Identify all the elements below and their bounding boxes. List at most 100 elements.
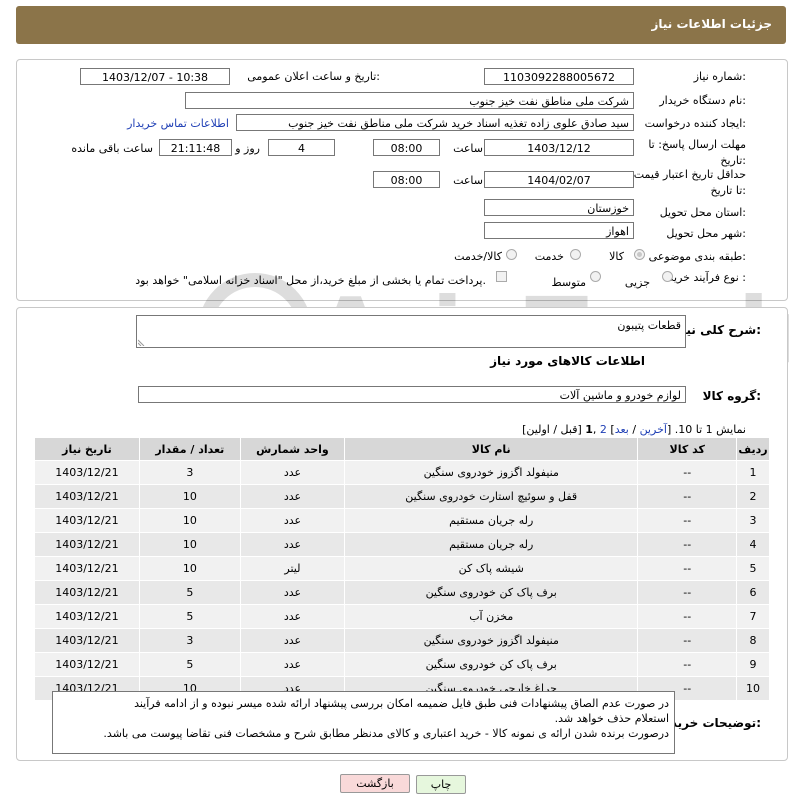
cell-unit: عدد: [239, 604, 346, 629]
cell-unit: لیتر: [239, 556, 346, 581]
price-validity-time-field: 08:00: [373, 171, 440, 188]
city-field: اهواز: [484, 222, 634, 239]
col-header-qty: تعداد / مقدار: [138, 437, 241, 461]
paging-prefix: نمایش 1 تا 10. [: [666, 423, 746, 436]
cell-item-code: --: [637, 556, 738, 581]
cell-unit: عدد: [239, 484, 346, 509]
deadline-reply-label: مهلت ارسال پاسخ: تا تاریخ:: [648, 138, 746, 167]
buyer-notes-line-1: در صورت عدم الصاق پیشنهادات فنی طبق فایل…: [134, 697, 669, 710]
cell-quantity: 5: [138, 604, 241, 629]
cell-item-name: قفل و سوئیچ استارت خودروی سنگین: [344, 484, 639, 509]
cell-quantity: 10: [138, 484, 241, 509]
summary-label: شرح کلی نیاز:: [675, 323, 761, 337]
cell-unit: عدد: [239, 628, 346, 653]
table-row: 3 -- رله جریان مستقیم عدد 10 1403/12/21: [34, 508, 770, 533]
buyer-contact-link[interactable]: اطلاعات تماس خریدار: [127, 117, 229, 130]
cell-item-name: برف پاک کن خودروی سنگین: [344, 652, 639, 677]
buyer-notes-line-3: درصورت برنده شدن ارائه ی نمونه کالا - خر…: [103, 727, 669, 740]
cell-row-number: 3: [736, 508, 770, 533]
cell-unit: عدد: [239, 508, 346, 533]
col-header-code: کد کالا: [637, 437, 738, 461]
price-validity-date-field: 1404/02/07: [484, 171, 634, 188]
paging-separator: /: [628, 423, 640, 436]
cell-row-number: 10: [736, 676, 770, 701]
cell-row-number: 5: [736, 556, 770, 581]
cell-item-code: --: [637, 580, 738, 605]
deadline-date-field: 1403/12/12: [484, 139, 634, 156]
table-row: 6 -- برف پاک کن خودروی سنگین عدد 5 1403/12/21: [34, 580, 770, 605]
cell-row-number: 8: [736, 628, 770, 653]
cell-item-name: مخزن آب: [344, 604, 639, 629]
cell-unit: عدد: [239, 460, 346, 485]
paging-current-page: 1: [585, 423, 593, 436]
buyer-notes-box: در صورت عدم الصاق پیشنهادات فنی طبق فایل…: [52, 691, 675, 754]
summary-textarea: قطعات پتیبون: [136, 315, 686, 348]
cell-row-number: 7: [736, 604, 770, 629]
print-button[interactable]: چاپ: [416, 775, 466, 794]
buyer-org-field: شرکت ملی مناطق نفت خیز جنوب: [185, 92, 634, 109]
table-row: 2 -- قفل و سوئیچ استارت خودروی سنگین عدد 10 1…: [34, 484, 770, 509]
cell-quantity: 5: [138, 580, 241, 605]
col-header-name: نام کالا: [344, 437, 639, 461]
table-row: 4 -- رله جریان مستقیم عدد 10 1403/12/21: [34, 532, 770, 557]
remaining-time-field: 21:11:48: [159, 139, 232, 156]
cell-need-date: 1403/12/21: [34, 652, 140, 677]
table-row: 8 -- منیفولد اگزوز خودروی سنگین عدد 3 1403/12…: [34, 628, 770, 653]
cell-row-number: 2: [736, 484, 770, 509]
province-field: خوزستان: [484, 199, 634, 216]
paging-page-2-link[interactable]: 2: [600, 423, 607, 436]
cell-item-code: --: [637, 460, 738, 485]
cell-need-date: 1403/12/21: [34, 532, 140, 557]
page-title: جزئیات اطلاعات نیاز: [651, 17, 772, 31]
resize-grip-icon: [138, 339, 145, 346]
cell-row-number: 1: [736, 460, 770, 485]
cell-item-name: رله جریان مستقیم: [344, 532, 639, 557]
cell-item-name: منیفولد اگزوز خودروی سنگین: [344, 628, 639, 653]
cell-quantity: 10: [138, 508, 241, 533]
col-header-date: تاریخ نیاز: [34, 437, 140, 461]
table-row: 5 -- شیشه پاک کن لیتر 10 1403/12/21: [34, 556, 770, 581]
paging-next-link[interactable]: بعد: [615, 423, 629, 436]
pagination: نمایش 1 تا 10. [آخرین / بعد] 2 ,1 [قبل /…: [522, 423, 746, 436]
need-number-label: شماره نیاز:: [693, 70, 746, 83]
price-validity-label: حداقل تاریخ اعتبار قیمت: تا تاریخ:: [630, 168, 746, 197]
cell-need-date: 1403/12/21: [34, 580, 140, 605]
days-label: روز و: [235, 142, 260, 155]
cell-quantity: 3: [138, 460, 241, 485]
cell-item-name: شیشه پاک کن: [344, 556, 639, 581]
cell-need-date: 1403/12/21: [34, 484, 140, 509]
cell-quantity: 10: [138, 556, 241, 581]
paging-last-link[interactable]: آخرین: [640, 423, 667, 436]
province-label: استان محل تحویل:: [659, 206, 746, 219]
deadline-time-label: ساعت: [453, 142, 483, 155]
cell-item-code: --: [637, 484, 738, 509]
requester-field: سید صادق علوی زاده تغذیه اسناد خرید شرکت…: [236, 114, 634, 131]
remaining-days-field: 4: [268, 139, 335, 156]
cell-quantity: 10: [138, 532, 241, 557]
cell-item-code: --: [637, 508, 738, 533]
cell-quantity: 3: [138, 628, 241, 653]
cell-item-code: --: [637, 652, 738, 677]
goods-group-field: لوازم خودرو و ماشین آلات: [138, 386, 686, 403]
announce-datetime-label: تاریخ و ساعت اعلان عمومی:: [247, 70, 380, 83]
buyer-org-label: نام دستگاه خریدار:: [659, 94, 746, 107]
cell-item-code: --: [637, 604, 738, 629]
table-header-row: ردیف کد کالا نام کالا واحد شمارش تعداد /…: [34, 437, 770, 461]
cell-quantity: 5: [138, 652, 241, 677]
back-button[interactable]: بازگشت: [340, 774, 410, 793]
cell-item-name: منیفولد اگزوز خودروی سنگین: [344, 460, 639, 485]
cell-need-date: 1403/12/21: [34, 604, 140, 629]
cell-row-number: 9: [736, 652, 770, 677]
city-label: شهر محل تحویل:: [666, 227, 746, 240]
remaining-time-label: ساعت باقی مانده: [71, 142, 153, 155]
summary-value: قطعات پتیبون: [617, 319, 681, 332]
cell-need-date: 1403/12/21: [34, 556, 140, 581]
goods-table: ردیف کد کالا نام کالا واحد شمارش تعداد /…: [34, 437, 770, 701]
table-row: 1 -- منیفولد اگزوز خودروی سنگین عدد 3 1403/12…: [34, 460, 770, 485]
cell-need-date: 1403/12/21: [34, 628, 140, 653]
cell-row-number: 4: [736, 532, 770, 557]
price-validity-time-label: ساعت: [453, 174, 483, 187]
cell-need-date: 1403/12/21: [34, 508, 140, 533]
col-header-unit: واحد شمارش: [239, 437, 346, 461]
paging-suffix: [قبل / اولین]: [522, 423, 582, 436]
